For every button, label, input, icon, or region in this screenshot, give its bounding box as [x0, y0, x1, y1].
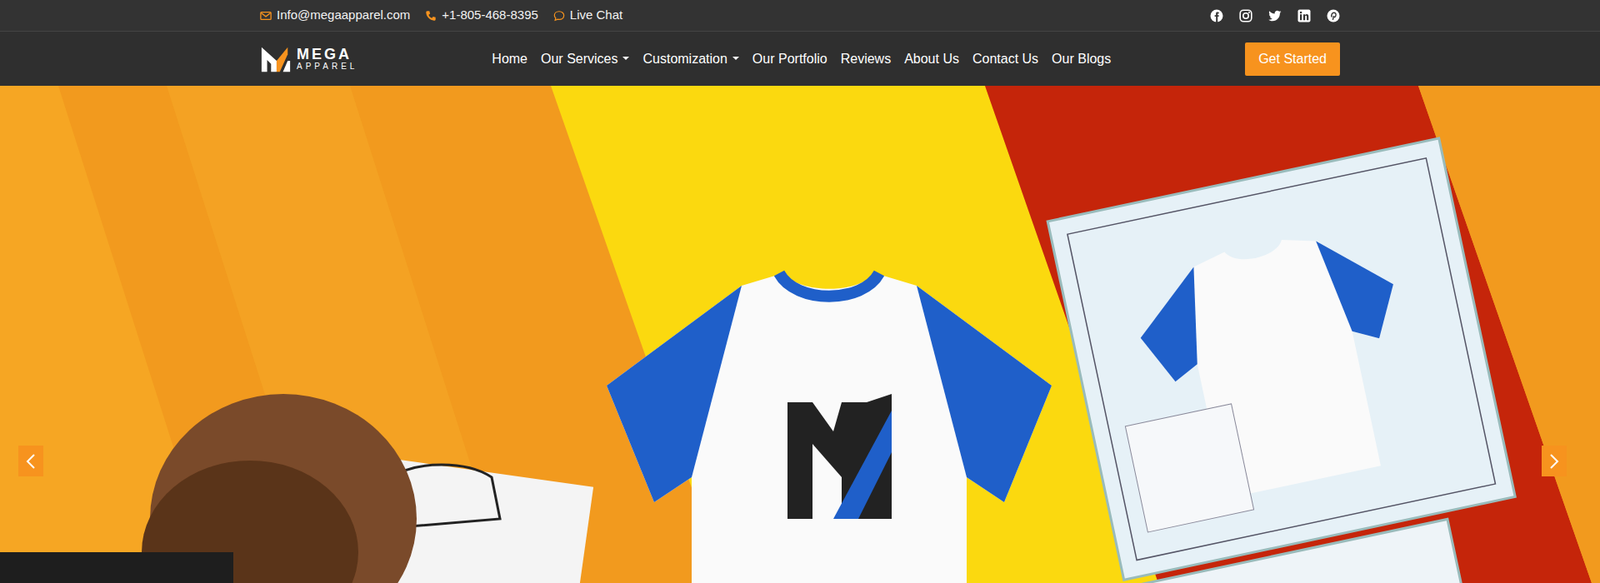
nav-item: About Us	[897, 44, 966, 75]
social-links	[1210, 9, 1340, 23]
nav-item: Customization	[635, 44, 745, 75]
cta-wrap: Get Started	[1245, 42, 1340, 76]
contact-email-link[interactable]: Info@megaapparel.com	[260, 5, 410, 25]
logo-mark-icon	[260, 43, 292, 75]
contact-phone-link[interactable]: +1-805-468-8395	[425, 5, 539, 25]
carousel-prev-button[interactable]	[18, 445, 44, 477]
nav-item: Home	[485, 44, 535, 75]
site-logo[interactable]: MEGAAPPAREL	[260, 43, 358, 75]
nav-link[interactable]: About Us	[897, 44, 966, 75]
contact-label: +1-805-468-8395	[441, 5, 539, 25]
chevron-right-icon	[1548, 453, 1560, 470]
logo-title: MEGA	[296, 46, 358, 62]
nav-link[interactable]: Our Blogs	[1045, 44, 1118, 75]
hero-banner	[0, 85, 1600, 583]
nav-menu: HomeOur ServicesCustomizationOur Portfol…	[485, 44, 1118, 75]
facebook-icon	[1210, 9, 1224, 23]
nav-link[interactable]: Reviews	[834, 44, 898, 75]
main-navbar: MEGAAPPAREL HomeOur ServicesCustomizatio…	[0, 30, 1600, 86]
nav-item: Our Services	[534, 44, 636, 75]
contact-chat-link[interactable]: Live Chat	[553, 5, 623, 25]
get-started-button[interactable]: Get Started	[1245, 42, 1340, 76]
nav-item: Our Portfolio	[745, 44, 835, 75]
linkedin-icon	[1297, 9, 1311, 23]
nav-link[interactable]: Our Portfolio	[745, 44, 835, 75]
carousel-next-button[interactable]	[1541, 445, 1567, 477]
nav-link[interactable]: Contact Us	[965, 44, 1045, 75]
top-bar: Info@megaapparel.com +1-805-468-8395 Live …	[0, 0, 1600, 31]
email-icon	[260, 10, 272, 22]
phone-icon	[425, 10, 437, 22]
nav-link[interactable]: Our Services	[534, 44, 636, 75]
social-facebook-link[interactable]	[1210, 9, 1224, 23]
chat-icon	[553, 10, 565, 22]
logo-subtitle: APPAREL	[296, 61, 358, 72]
twitter-icon	[1268, 9, 1282, 23]
contact-list: Info@megaapparel.com +1-805-468-8395 Live …	[260, 5, 623, 25]
nav-item: Contact Us	[965, 44, 1045, 75]
nav-link[interactable]: Customization	[635, 44, 745, 75]
nav-item: Reviews	[834, 44, 898, 75]
contact-label: Live Chat	[570, 5, 623, 25]
instagram-icon	[1239, 9, 1253, 23]
logo-text: MEGAAPPAREL	[296, 46, 358, 72]
contact-label: Info@megaapparel.com	[276, 5, 410, 25]
pinterest-icon	[1326, 9, 1340, 23]
nav-link[interactable]: Home	[485, 44, 535, 75]
banner-picture	[0, 85, 1600, 583]
social-instagram-link[interactable]	[1239, 9, 1253, 23]
social-twitter-link[interactable]	[1268, 9, 1282, 23]
social-linkedin-link[interactable]	[1297, 9, 1311, 23]
nav-item: Our Blogs	[1045, 44, 1118, 75]
chevron-left-icon	[25, 453, 37, 470]
social-pinterest-link[interactable]	[1326, 9, 1340, 23]
